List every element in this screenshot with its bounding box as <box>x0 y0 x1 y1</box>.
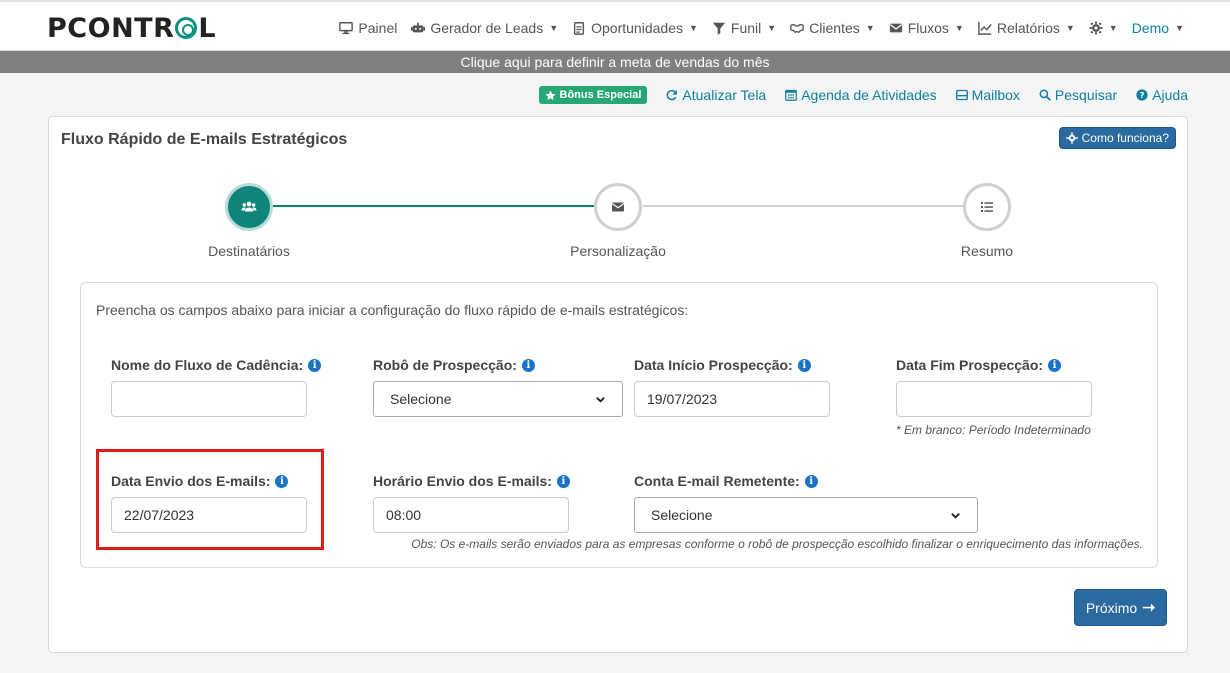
info-icon[interactable]: i <box>308 358 322 372</box>
recipients-form: Preencha os campos abaixo para iniciar a… <box>80 282 1158 568</box>
nav-gerador-de-leads[interactable]: Gerador de Leads ▼ <box>411 20 558 36</box>
info-icon[interactable]: i <box>556 474 570 488</box>
sender-label: Conta E-mail Remetente: i <box>634 473 818 489</box>
caret-down-icon: ▼ <box>1065 22 1075 33</box>
calendar-icon <box>785 89 798 101</box>
flow-name-label: Nome do Fluxo de Cadência: i <box>111 357 322 373</box>
info-icon[interactable]: i <box>1048 358 1062 372</box>
info-icon[interactable]: i <box>275 474 289 488</box>
gear-icon <box>1065 132 1078 144</box>
send-time-label: Horário Envio dos E-mails: i <box>373 473 570 489</box>
agenda-link[interactable]: Agenda de Atividades <box>785 87 937 103</box>
step-personalizacao[interactable] <box>594 183 642 231</box>
page-title: Fluxo Rápido de E-mails Estratégicos <box>61 131 348 148</box>
mailbox-link[interactable]: Mailbox <box>955 87 1020 103</box>
list-icon <box>981 202 993 212</box>
nav-fluxos[interactable]: Fluxos ▼ <box>889 20 964 36</box>
end-date-hint: * Em branco: Período Indeterminado <box>896 423 1091 437</box>
end-date-input[interactable] <box>896 381 1092 417</box>
info-icon[interactable]: i <box>804 474 818 488</box>
nav-funil[interactable]: Funil ▼ <box>712 20 776 36</box>
how-it-works-button[interactable]: Como funciona? <box>1058 127 1176 149</box>
send-date-label: Data Envio dos E-mails: i <box>111 473 289 489</box>
question-circle-icon: ? <box>1136 89 1148 101</box>
toolbar: Bônus Especial Atualizar Tela Agenda de … <box>538 85 1188 105</box>
monitor-icon <box>339 21 354 34</box>
next-button[interactable]: Próximo <box>1074 589 1167 626</box>
pcontrol-logo[interactable]: P CONTR L <box>47 13 216 44</box>
nav-user-demo[interactable]: Demo ▼ <box>1132 20 1184 36</box>
info-icon[interactable]: i <box>521 358 535 372</box>
logo-o-icon <box>175 17 198 39</box>
gear-icon <box>1089 20 1103 35</box>
refresh-link[interactable]: Atualizar Tela <box>666 87 766 103</box>
start-date-label: Data Início Prospecção: i <box>634 357 811 373</box>
svg-text:?: ? <box>1140 90 1145 100</box>
send-obs-note: Obs: Os e-mails serão enviados para as e… <box>411 537 1143 551</box>
funnel-icon <box>712 22 726 35</box>
star-icon <box>544 90 556 100</box>
clipboard-icon <box>574 21 585 35</box>
form-intro: Preencha os campos abaixo para iniciar a… <box>96 302 689 318</box>
caret-down-icon: ▼ <box>549 22 559 33</box>
robot-select[interactable]: Selecione <box>373 381 623 417</box>
step-resumo[interactable] <box>963 183 1011 231</box>
arrow-right-icon <box>1142 603 1156 612</box>
caret-down-icon: ▼ <box>1108 22 1118 33</box>
search-icon <box>1039 89 1051 101</box>
caret-down-icon: ▼ <box>1175 22 1184 33</box>
nav-settings[interactable]: ▼ <box>1089 20 1118 35</box>
flow-name-input[interactable] <box>111 381 307 417</box>
search-link[interactable]: Pesquisar <box>1039 87 1117 103</box>
inbox-icon <box>955 89 968 101</box>
caret-down-icon: ▼ <box>688 22 698 33</box>
handshake-icon <box>790 23 804 33</box>
send-time-input[interactable]: 08:00 <box>373 497 569 533</box>
caret-down-icon: ▼ <box>865 22 875 33</box>
sales-goal-banner[interactable]: Clique aqui para definir a meta de venda… <box>0 51 1230 73</box>
end-date-label: Data Fim Prospecção: i <box>896 357 1062 373</box>
stepper-line-pending <box>643 205 965 207</box>
nav-relatorios[interactable]: Relatórios ▼ <box>978 20 1075 36</box>
envelope-icon <box>889 23 903 32</box>
quick-email-flow-card: Fluxo Rápido de E-mails Estratégicos Com… <box>48 116 1188 653</box>
refresh-icon <box>666 89 678 101</box>
step-destinatarios[interactable] <box>225 183 273 231</box>
chevron-down-icon <box>951 512 960 519</box>
stepper-line-complete <box>273 205 595 207</box>
users-icon <box>241 201 257 212</box>
step-label-personalizacao: Personalização <box>570 243 666 259</box>
line-chart-icon <box>978 21 992 35</box>
info-icon[interactable]: i <box>797 358 811 372</box>
help-link[interactable]: ? Ajuda <box>1136 87 1188 103</box>
start-date-input[interactable]: 19/07/2023 <box>634 381 830 417</box>
caret-down-icon: ▼ <box>767 22 777 33</box>
step-label-resumo: Resumo <box>960 243 1014 259</box>
nav-painel[interactable]: Painel <box>339 20 397 36</box>
chevron-down-icon <box>596 396 605 403</box>
envelope-icon <box>611 202 625 212</box>
sender-select[interactable]: Selecione <box>634 497 978 533</box>
nav-clientes[interactable]: Clientes ▼ <box>790 20 875 36</box>
step-label-destinatarios: Destinatários <box>208 243 290 259</box>
top-navbar: P CONTR L Painel Gerador de Leads ▼ Oportun… <box>0 0 1230 51</box>
robot-icon <box>411 22 426 32</box>
nav-oportunidades[interactable]: Oportunidades ▼ <box>572 20 698 36</box>
bonus-special-badge[interactable]: Bônus Especial <box>538 86 648 104</box>
robot-label: Robô de Prospecção: i <box>373 357 535 373</box>
caret-down-icon: ▼ <box>954 22 964 33</box>
send-date-input[interactable]: 22/07/2023 <box>111 497 307 533</box>
